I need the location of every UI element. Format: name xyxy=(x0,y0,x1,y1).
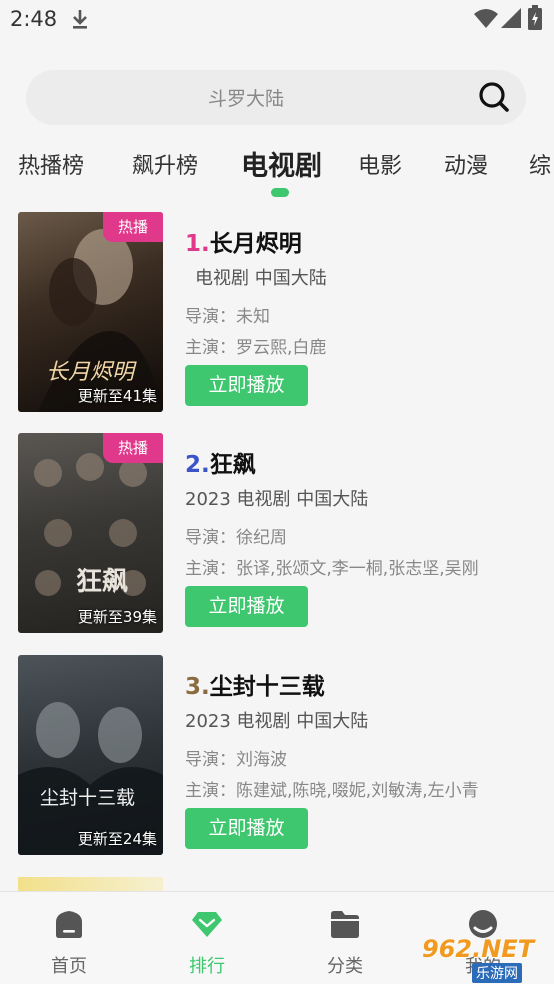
item-cast: 主演：陈建斌,陈晓,啜妮,刘敏涛,左小青 xyxy=(185,781,479,801)
hot-badge: 热播 xyxy=(103,212,163,242)
nav-label: 排行 xyxy=(189,956,225,977)
tab-rising[interactable]: 飙升榜 xyxy=(132,148,198,180)
item-director: 导演：未知 xyxy=(185,307,270,327)
watermark-logo: 962.NET 乐游网 xyxy=(418,935,550,983)
tab-tv-series[interactable]: 电视剧 xyxy=(241,144,322,183)
list-item[interactable]: 长月烬明 热播 更新至41集 1.长月烬明 电视剧 中国大陆 导演：未知 主演：… xyxy=(0,212,554,412)
title-text: 长月烬明 xyxy=(209,231,302,257)
item-title[interactable]: 2.狂飙 xyxy=(185,445,256,479)
diamond-icon xyxy=(192,912,222,937)
item-meta: 2023 电视剧 中国大陆 xyxy=(185,711,369,732)
download-icon xyxy=(73,10,87,29)
title-text: 狂飙 xyxy=(209,452,256,478)
nav-category[interactable]: 分类 xyxy=(276,892,414,984)
episode-label: 更新至39集 xyxy=(77,608,157,626)
rank-number: 1. xyxy=(185,231,210,257)
poster-image[interactable]: 尘封十三载 更新至24集 xyxy=(18,655,163,855)
play-button[interactable]: 立即播放 xyxy=(185,808,308,849)
tab-variety[interactable]: 综 xyxy=(529,148,551,180)
list-item[interactable]: 尘封十三载 更新至24集 3.尘封十三载 2023 电视剧 中国大陆 导演：刘海… xyxy=(0,655,554,855)
item-director: 导演：刘海波 xyxy=(185,750,287,770)
poster-title: 长月烬明 xyxy=(46,360,135,385)
watermark-sub: 乐游网 xyxy=(472,963,522,983)
poster-title: 狂飙 xyxy=(76,567,129,597)
watermark-brand: 962.NET xyxy=(422,935,535,963)
play-button[interactable]: 立即播放 xyxy=(185,586,308,627)
item-meta: 电视剧 中国大陆 xyxy=(195,268,327,289)
rank-number: 3. xyxy=(185,674,210,700)
poster-title: 尘封十三载 xyxy=(40,787,136,809)
nav-label: 分类 xyxy=(327,956,363,977)
item-title[interactable]: 1.长月烬明 xyxy=(185,224,302,258)
play-button[interactable]: 立即播放 xyxy=(185,365,308,406)
search-input[interactable]: 斗罗大陆 xyxy=(26,84,466,111)
nav-ranking[interactable]: 排行 xyxy=(138,892,276,984)
tab-hot[interactable]: 热播榜 xyxy=(18,148,84,180)
search-bar[interactable]: 斗罗大陆 xyxy=(26,70,526,125)
item-director: 导演：徐纪周 xyxy=(185,528,287,548)
item-title[interactable]: 3.尘封十三载 xyxy=(185,667,325,701)
status-time: 2:48 xyxy=(10,7,58,31)
item-meta: 2023 电视剧 中国大陆 xyxy=(185,489,369,510)
status-bar: 2:48 xyxy=(0,0,554,38)
poster-image[interactable]: 长月烬明 热播 更新至41集 xyxy=(18,212,163,412)
search-icon[interactable] xyxy=(478,81,510,113)
poster-image[interactable]: 狂飙 热播 更新至39集 xyxy=(18,433,163,633)
episode-label: 更新至24集 xyxy=(77,830,157,848)
folder-icon xyxy=(331,911,359,938)
signal-icon xyxy=(501,8,521,28)
poster-art xyxy=(34,453,147,596)
wifi-icon xyxy=(474,9,498,28)
list-item[interactable]: 狂飙 热播 更新至39集 2.狂飙 2023 电视剧 中国大陆 导演：徐纪周 主… xyxy=(0,433,554,633)
episode-label: 更新至41集 xyxy=(77,387,157,405)
nav-home[interactable]: 首页 xyxy=(0,892,138,984)
rank-number: 2. xyxy=(185,452,210,478)
battery-charging-icon xyxy=(528,5,542,30)
item-cast: 主演：罗云熙,白鹿 xyxy=(185,338,327,358)
poster-art xyxy=(18,702,163,855)
item-cast: 主演：张译,张颂文,李一桐,张志坚,吴刚 xyxy=(185,559,479,579)
title-text: 尘封十三载 xyxy=(209,674,325,700)
poster-image-partial[interactable] xyxy=(18,877,163,891)
active-tab-indicator xyxy=(271,188,289,197)
nav-label: 首页 xyxy=(51,956,87,977)
home-icon xyxy=(56,911,82,938)
hot-badge: 热播 xyxy=(103,433,163,463)
tab-anime[interactable]: 动漫 xyxy=(444,148,488,180)
tab-movies[interactable]: 电影 xyxy=(358,148,402,180)
